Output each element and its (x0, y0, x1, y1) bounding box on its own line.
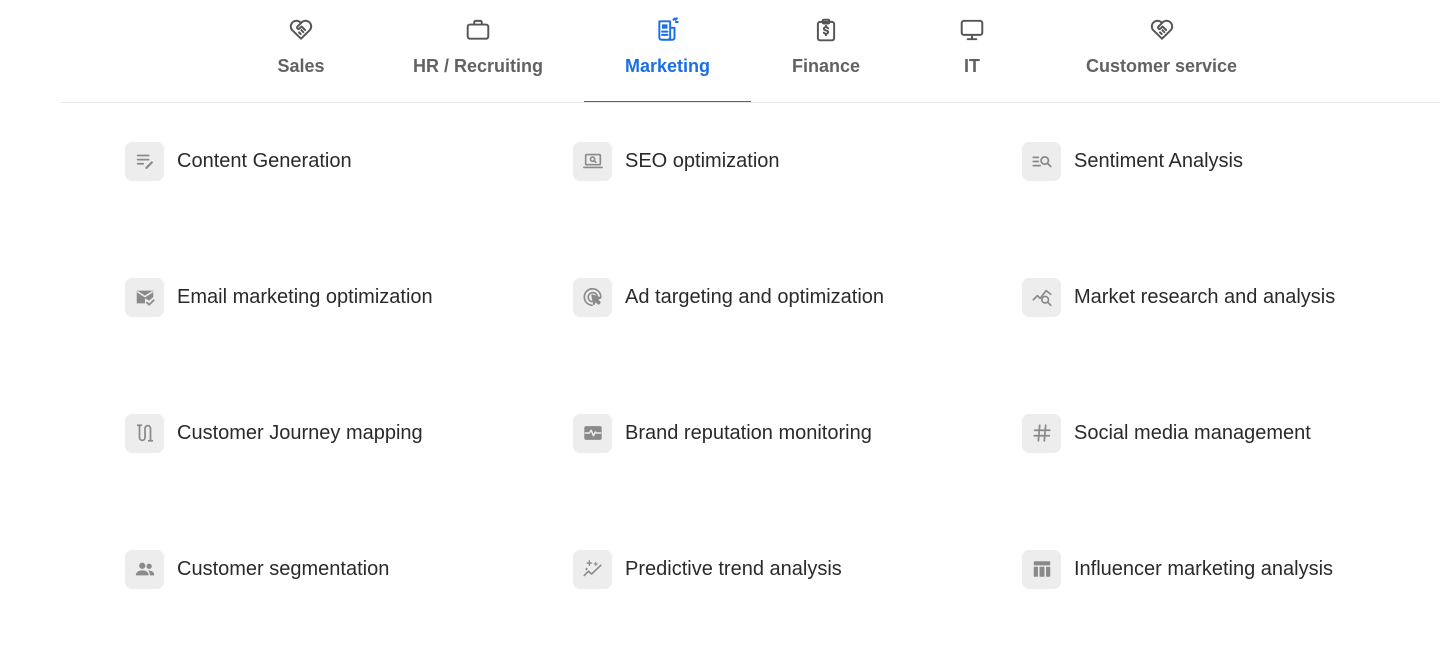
monitor-icon (958, 16, 986, 44)
tabs-divider (61, 102, 1440, 103)
tab-label: IT (964, 56, 980, 76)
use-case-predictive-trend-analysis[interactable]: Predictive trend analysis (573, 549, 842, 589)
tab-customer-service[interactable]: Customer service (1076, 0, 1247, 103)
briefcase-icon (464, 16, 492, 44)
tab-finance[interactable]: Finance (784, 0, 868, 103)
clipboard-dollar-icon (812, 16, 840, 44)
use-case-seo-optimization[interactable]: SEO optimization (573, 141, 780, 181)
route-icon (125, 413, 164, 453)
handshake-icon (287, 16, 315, 44)
handshake-icon (1148, 16, 1176, 44)
hashtag-icon (1022, 413, 1061, 453)
manage-search-icon (1022, 141, 1061, 181)
use-case-label: SEO optimization (625, 149, 780, 172)
use-case-market-research-and-analysis[interactable]: Market research and analysis (1022, 277, 1335, 317)
use-case-label: Market research and analysis (1074, 285, 1336, 308)
tab-sales[interactable]: Sales (263, 0, 339, 103)
use-case-label: Brand reputation monitoring (625, 421, 872, 444)
tab-label: Sales (277, 56, 325, 76)
use-case-label: Ad targeting and optimization (625, 285, 885, 308)
tab-marketing[interactable]: Marketing (584, 0, 751, 103)
query-stats-icon (1022, 277, 1061, 317)
tab-label: Customer service (1085, 56, 1238, 76)
use-case-label: Social media management (1074, 421, 1311, 444)
mark-email-read-icon (125, 277, 164, 317)
tab-it[interactable]: IT (950, 0, 994, 103)
newspaper-icon (654, 16, 682, 44)
use-case-customer-segmentation[interactable]: Customer segmentation (125, 549, 389, 589)
use-case-label: Influencer marketing analysis (1074, 557, 1334, 580)
tab-label: HR / Recruiting (412, 56, 543, 76)
use-case-customer-journey-mapping[interactable]: Customer Journey mapping (125, 413, 423, 453)
use-case-label: Sentiment Analysis (1074, 149, 1243, 172)
use-case-label: Customer segmentation (177, 557, 390, 580)
edit-notes-icon (125, 141, 164, 181)
laptop-search-icon (573, 141, 612, 181)
monitor-heart-icon (573, 413, 612, 453)
ads-click-icon (573, 277, 612, 317)
tab-label: Finance (791, 56, 861, 76)
table-chart-icon (1022, 549, 1061, 589)
tab-label: Marketing (624, 56, 711, 76)
use-case-content-generation[interactable]: Content Generation (125, 141, 352, 181)
use-case-label: Customer Journey mapping (177, 421, 423, 444)
use-case-email-marketing-optimization[interactable]: Email marketing optimization (125, 277, 433, 317)
use-case-sentiment-analysis[interactable]: Sentiment Analysis (1022, 141, 1243, 181)
sparkle-trend-icon (573, 549, 612, 589)
category-tabs: Sales HR / Recruiting Marketing Finance … (0, 0, 1440, 103)
use-case-label: Email marketing optimization (177, 285, 433, 308)
use-case-ad-targeting-and-optimization[interactable]: Ad targeting and optimization (573, 277, 884, 317)
use-case-influencer-marketing-analysis[interactable]: Influencer marketing analysis (1022, 549, 1333, 589)
use-case-brand-reputation-monitoring[interactable]: Brand reputation monitoring (573, 413, 872, 453)
group-icon (125, 549, 164, 589)
tab-hr-recruiting[interactable]: HR / Recruiting (406, 0, 550, 103)
use-case-social-media-management[interactable]: Social media management (1022, 413, 1311, 453)
use-case-label: Predictive trend analysis (625, 557, 842, 580)
use-case-label: Content Generation (177, 149, 352, 172)
